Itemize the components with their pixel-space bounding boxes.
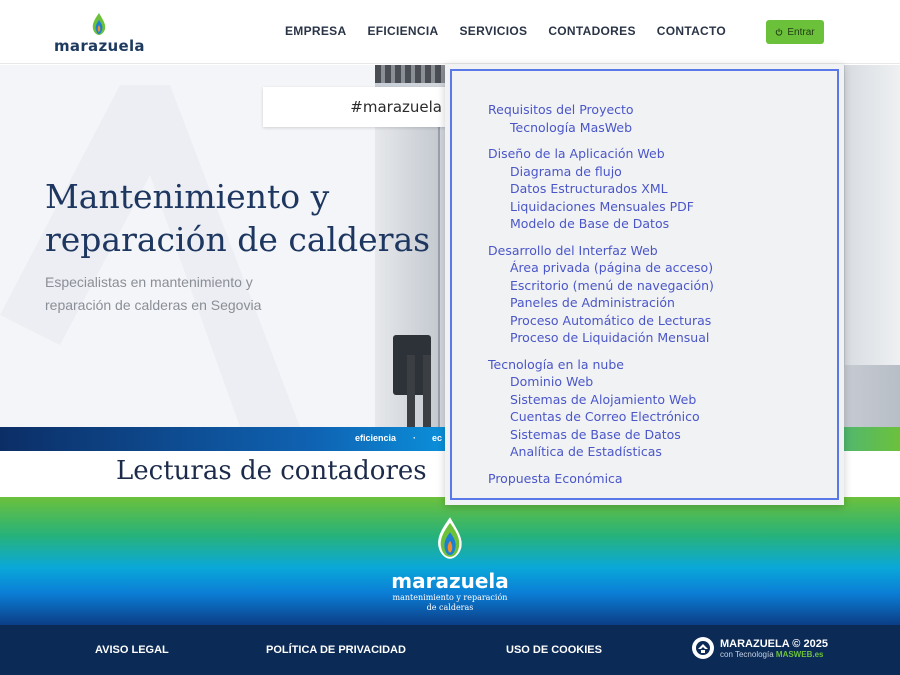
menu-item-base-datos[interactable]: Sistemas de Base de Datos xyxy=(488,426,714,444)
menu-section-diseno[interactable]: Diseño de la Aplicación Web xyxy=(488,145,714,163)
hero-title-line2: reparación de calderas xyxy=(45,220,431,259)
dropdown-frame: Requisitos del Proyecto Tecnología MasWe… xyxy=(450,69,839,500)
flame-logo-icon xyxy=(438,517,462,559)
menu-item-lecturas[interactable]: Proceso Automático de Lecturas xyxy=(488,312,714,330)
menu-item-diagrama[interactable]: Diagrama de flujo xyxy=(488,163,714,181)
footer-tagline: mantenimiento y reparación de calderas xyxy=(380,593,520,613)
nav-contacto[interactable]: CONTACTO xyxy=(657,24,726,38)
powered-prefix: con Tecnología xyxy=(720,649,774,659)
flame-logo-icon xyxy=(92,13,106,35)
login-label: Entrar xyxy=(787,26,815,38)
stripe-word: ec xyxy=(432,433,443,443)
hero-subtitle-line1: Especialistas en mantenimiento y xyxy=(45,274,253,290)
menu-item-alojamiento[interactable]: Sistemas de Alojamiento Web xyxy=(488,391,714,409)
powered-brand: MASWEB.es xyxy=(775,649,824,659)
section-title: Lecturas de contadores xyxy=(110,456,440,486)
hashtag-box: #marazuela xyxy=(263,87,448,127)
masweb-logo-icon xyxy=(692,637,714,659)
footer-logo-text: marazuela xyxy=(391,569,509,593)
site-logo[interactable]: marazuela xyxy=(54,12,145,56)
footer-tagline-line2: de calderas xyxy=(426,603,474,612)
menu-section-desarrollo[interactable]: Desarrollo del Interfaz Web xyxy=(488,242,714,260)
nav-servicios[interactable]: SERVICIOS xyxy=(459,24,527,38)
footer-band: marazuela mantenimiento y reparación de … xyxy=(0,497,900,625)
menu-item-analitica[interactable]: Analítica de Estadísticas xyxy=(488,443,714,461)
menu-item-paneles[interactable]: Paneles de Administración xyxy=(488,294,714,312)
site-header: marazuela EMPRESA EFICIENCIA SERVICIOS C… xyxy=(0,0,900,64)
main-nav: EMPRESA EFICIENCIA SERVICIOS CONTADORES … xyxy=(285,24,747,38)
menu-item-area-privada[interactable]: Área privada (página de acceso) xyxy=(488,259,714,277)
nav-contadores[interactable]: CONTADORES xyxy=(548,24,635,38)
nav-empresa[interactable]: EMPRESA xyxy=(285,24,346,38)
footer-logo[interactable]: marazuela mantenimiento y reparación de … xyxy=(380,513,520,613)
menu-item-correo[interactable]: Cuentas de Correo Electrónico xyxy=(488,408,714,426)
footer-tagline-line1: mantenimiento y reparación xyxy=(392,593,508,602)
menu-item-dominio[interactable]: Dominio Web xyxy=(488,373,714,391)
menu-section-propuesta[interactable]: Propuesta Económica xyxy=(488,470,714,488)
powered-by: con Tecnología MASWEB.es xyxy=(720,650,828,659)
menu-item-liquidaciones-pdf[interactable]: Liquidaciones Mensuales PDF xyxy=(488,198,714,216)
copyright-text: MARAZUELA © 2025 xyxy=(720,637,828,650)
dropdown-menu-list: Requisitos del Proyecto Tecnología MasWe… xyxy=(488,101,714,487)
menu-item-modelo-bd[interactable]: Modelo de Base de Datos xyxy=(488,215,714,233)
stripe-dot: · xyxy=(413,433,416,443)
stripe-word: eficiencia xyxy=(355,433,397,443)
login-button[interactable]: Entrar xyxy=(766,20,824,44)
hero-title-line1: Mantenimiento y xyxy=(45,177,330,216)
contadores-dropdown-menu: Requisitos del Proyecto Tecnología MasWe… xyxy=(445,64,844,505)
cookies-link[interactable]: USO DE COOKIES xyxy=(506,644,602,656)
logo-text: marazuela xyxy=(54,37,145,55)
menu-section-nube[interactable]: Tecnología en la nube xyxy=(488,356,714,374)
menu-item-datos-xml[interactable]: Datos Estructurados XML xyxy=(488,180,714,198)
privacy-policy-link[interactable]: POLÍTICA DE PRIVACIDAD xyxy=(266,644,406,656)
footer-bar: AVISO LEGAL POLÍTICA DE PRIVACIDAD USO D… xyxy=(0,625,900,675)
hero-subtitle-line2: reparación de calderas en Segovia xyxy=(45,297,262,313)
menu-section-requisitos[interactable]: Requisitos del Proyecto xyxy=(488,101,714,119)
hero-title: Mantenimiento y reparación de calderas xyxy=(45,175,465,261)
menu-item-tecnologia-masweb[interactable]: Tecnología MasWeb xyxy=(488,119,714,137)
copyright-block[interactable]: MARAZUELA © 2025 con Tecnología MASWEB.e… xyxy=(692,637,828,659)
menu-item-escritorio[interactable]: Escritorio (menú de navegación) xyxy=(488,277,714,295)
hero-subtitle: Especialistas en mantenimiento y reparac… xyxy=(45,271,345,317)
nav-eficiencia[interactable]: EFICIENCIA xyxy=(367,24,438,38)
right-boiler-photo xyxy=(845,65,900,365)
aviso-legal-link[interactable]: AVISO LEGAL xyxy=(95,644,169,656)
power-icon xyxy=(776,28,783,36)
hashtag-text: #marazuela xyxy=(350,98,442,116)
menu-item-liquidacion[interactable]: Proceso de Liquidación Mensual xyxy=(488,329,714,347)
